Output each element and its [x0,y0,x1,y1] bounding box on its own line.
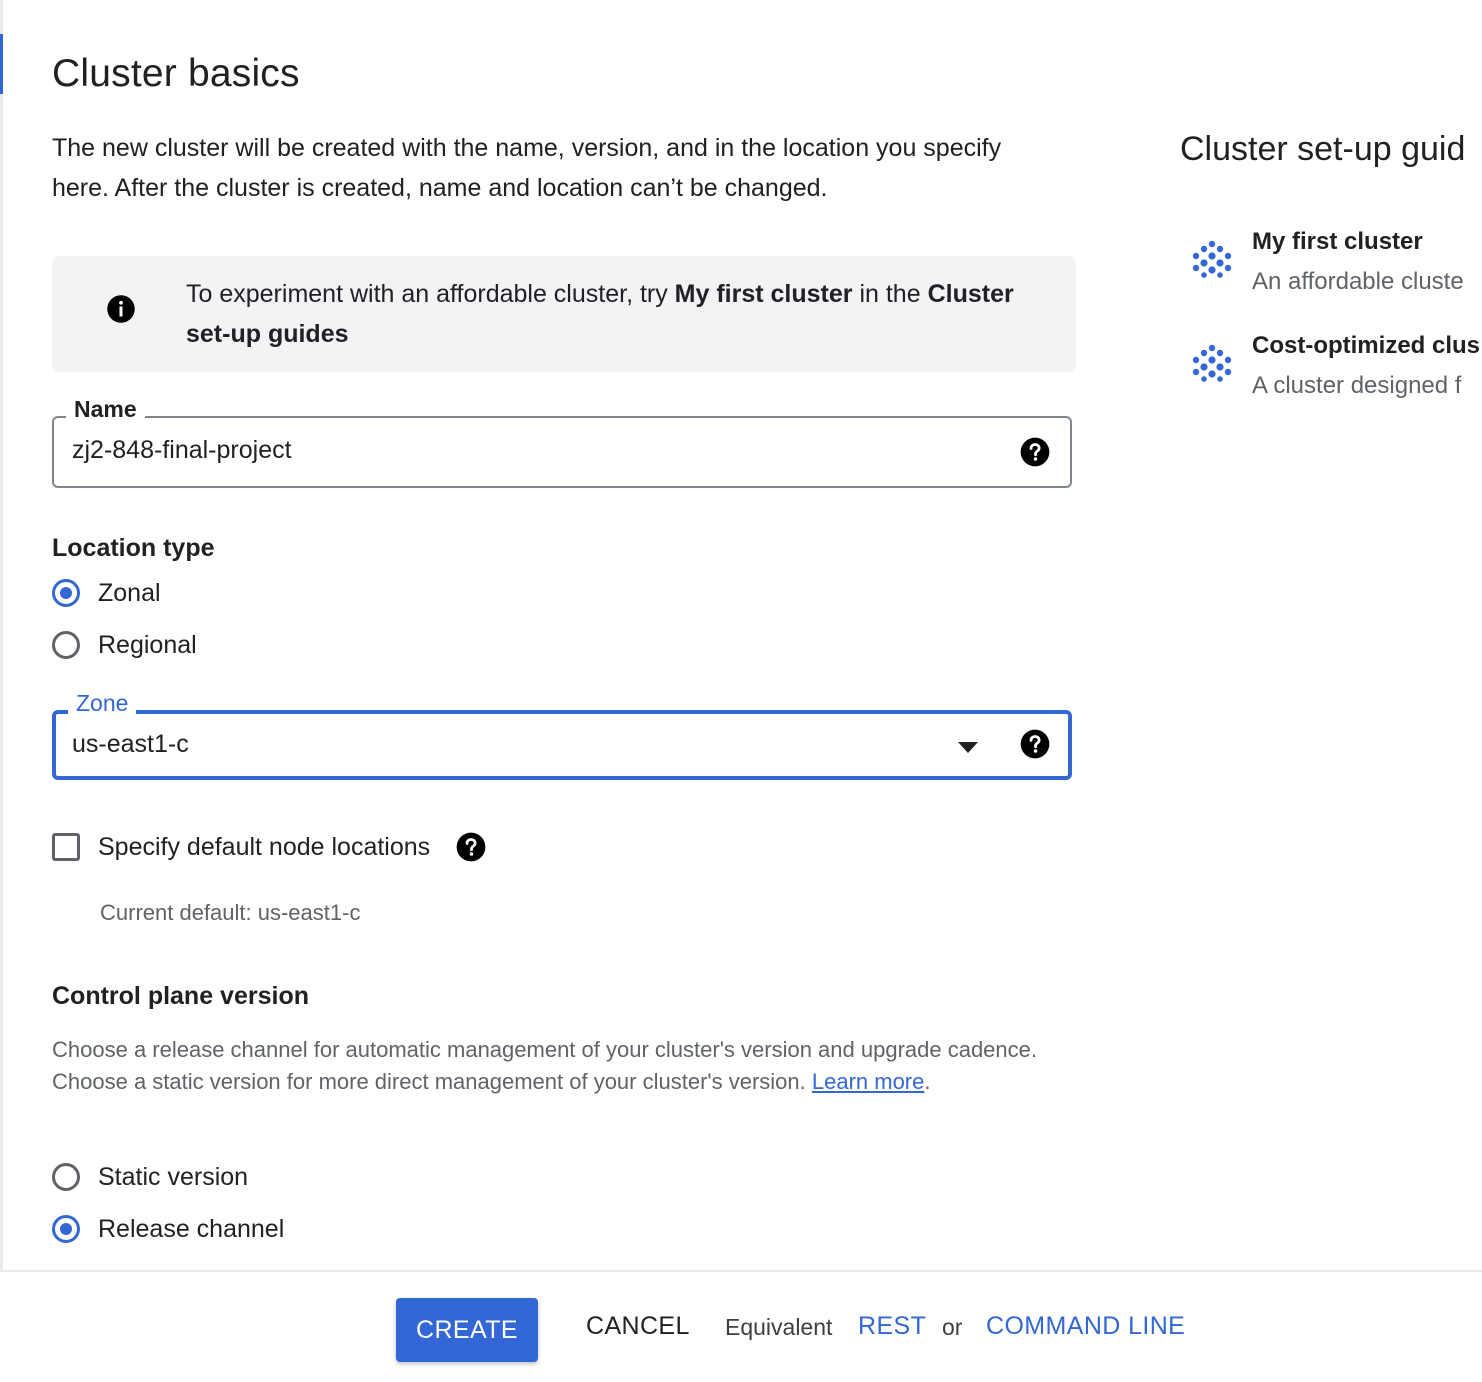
banner-text-before: To experiment with an affordable cluster… [186,280,675,308]
dropdown-arrow-icon[interactable] [958,742,978,753]
zone-value[interactable]: us-east1-c [72,730,189,759]
name-field[interactable]: Name zj2-848-final-project [52,396,1072,488]
node-locations-hint: Current default: us-east1-c [100,900,361,925]
intro-text: The new cluster will be created with the… [52,134,1002,202]
info-icon [107,295,135,323]
help-icon[interactable] [1020,729,1050,759]
cluster-create-page: Cluster basics The new cluster will be c… [0,0,1482,1382]
radio-button[interactable] [52,631,80,659]
radio-button-checked[interactable] [52,1215,80,1243]
create-button[interactable]: CREATE [396,1298,538,1362]
setup-guides-title: Cluster set-up guid [1180,130,1466,168]
page-title: Cluster basics [52,52,300,95]
guide-title: Cost-optimized clus [1252,332,1481,359]
name-input[interactable]: zj2-848-final-project [72,436,292,465]
checkbox[interactable] [52,833,80,861]
zone-field-label: Zone [68,690,137,717]
description-period: . [924,1069,931,1094]
info-banner: To experiment with an affordable cluster… [52,256,1076,372]
learn-more-link[interactable]: Learn more [812,1069,925,1094]
command-line-link[interactable]: COMMAND LINE [986,1312,1185,1341]
radio-label-release-channel: Release channel [98,1214,285,1243]
radio-label-static-version: Static version [98,1162,249,1191]
cancel-button[interactable]: CANCEL [586,1312,690,1341]
guide-description: A cluster designed f [1252,372,1462,399]
radio-label-zonal: Zonal [98,578,161,607]
radio-zonal[interactable]: Zonal [52,576,161,610]
radio-label-regional: Regional [98,630,197,659]
banner-text: To experiment with an affordable cluster… [186,274,1056,354]
radio-button[interactable] [52,1163,80,1191]
rest-link[interactable]: REST [858,1312,926,1341]
guide-title: My first cluster [1252,228,1423,255]
name-field-label: Name [66,396,145,423]
or-label: or [942,1314,963,1340]
banner-link-my-first-cluster: My first cluster [674,280,853,308]
action-footer: CREATE CANCEL Equivalent REST or COMMAND… [0,1270,1482,1382]
guide-description: An affordable cluste [1252,268,1464,295]
banner-text-middle: in the [852,280,928,308]
node-locations-checkbox-row[interactable]: Specify default node locations [52,830,486,864]
step-indicator [0,34,3,94]
equivalent-label: Equivalent [725,1314,833,1340]
node-locations-label: Specify default node locations [98,832,431,861]
cluster-dots-icon [1192,344,1232,382]
radio-regional[interactable]: Regional [52,628,197,662]
help-icon[interactable] [1020,437,1050,467]
zone-select[interactable]: Zone us-east1-c [52,690,1072,780]
location-type-heading: Location type [52,534,215,562]
control-plane-heading: Control plane version [52,982,309,1010]
radio-static-version[interactable]: Static version [52,1160,248,1194]
control-plane-description: Choose a release channel for automatic m… [52,1034,1062,1098]
help-icon[interactable] [456,832,486,862]
radio-button-checked[interactable] [52,579,80,607]
cluster-dots-icon [1192,240,1232,278]
left-divider [0,0,3,1270]
radio-release-channel[interactable]: Release channel [52,1212,284,1246]
